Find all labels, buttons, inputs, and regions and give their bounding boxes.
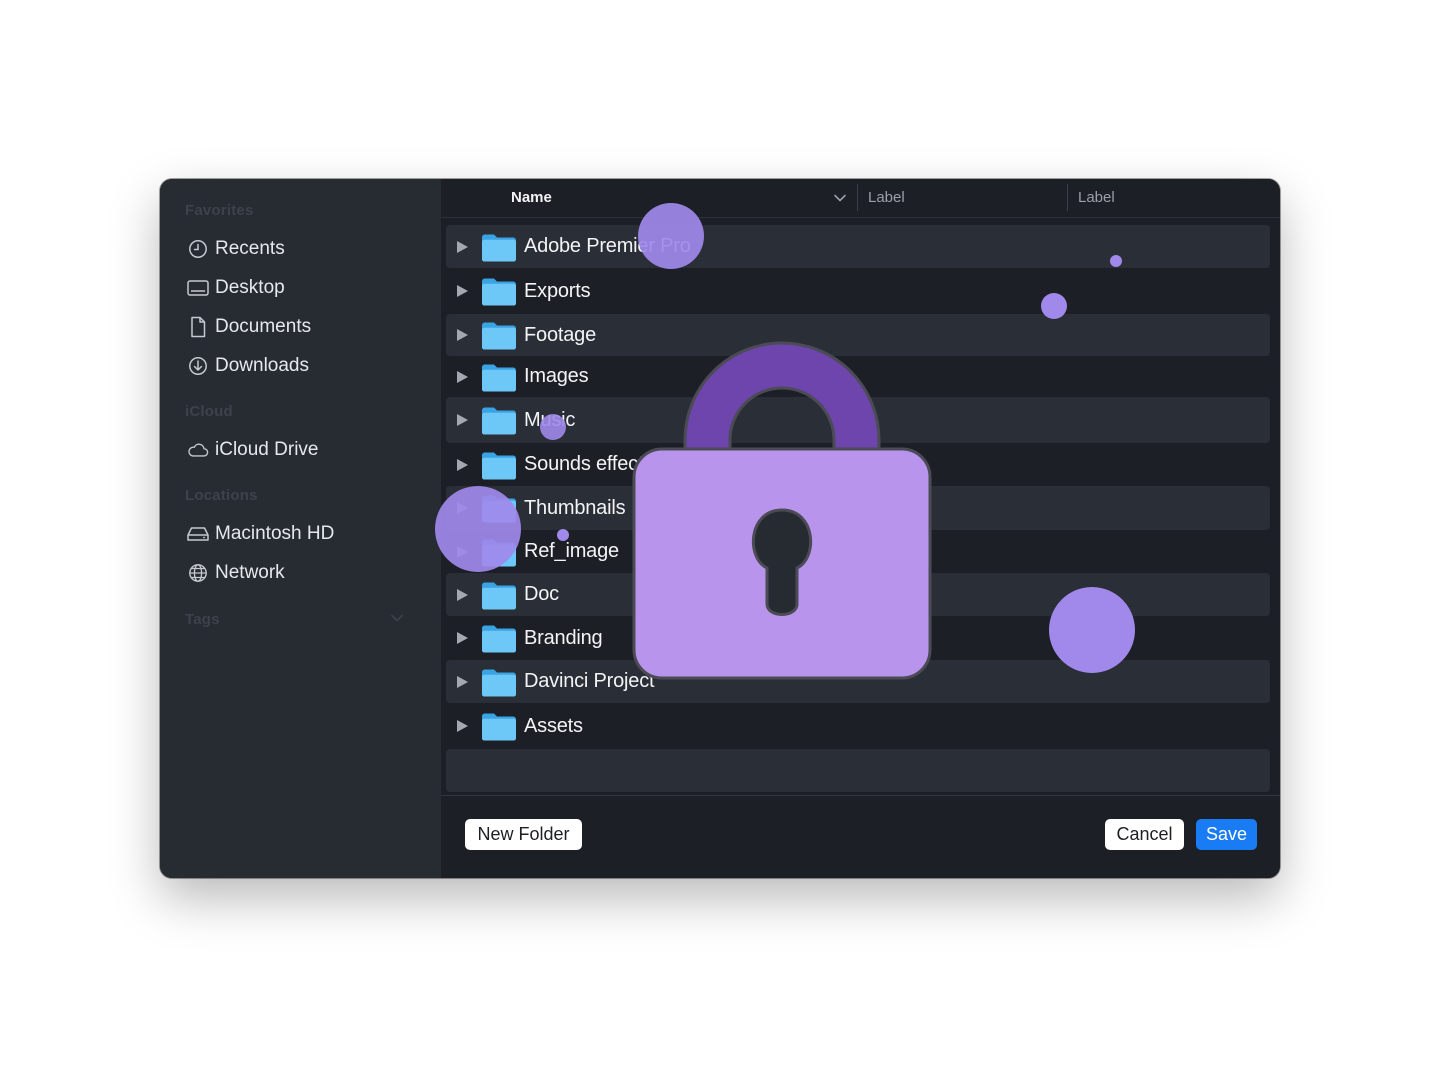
file-name: Footage [524, 323, 596, 346]
cloud-icon [187, 439, 209, 461]
file-name: Doc [524, 583, 559, 605]
sidebar-item-desktop[interactable]: Desktop [187, 273, 417, 303]
desktop-icon [187, 277, 209, 299]
sidebar-item-documents[interactable]: Documents [187, 312, 417, 342]
file-row[interactable]: Adobe Premier Pro [446, 225, 1270, 268]
globe-icon [187, 562, 209, 584]
folder-icon [481, 623, 517, 653]
file-name: Branding [524, 626, 603, 649]
disclosure-triangle-icon[interactable] [457, 285, 468, 297]
disclosure-triangle-icon[interactable] [457, 675, 468, 688]
file-row[interactable]: Sounds effects [446, 443, 1270, 486]
drive-icon [187, 523, 209, 545]
sidebar-item-label: Desktop [215, 277, 285, 298]
file-name: Davinci Project [524, 670, 655, 692]
save-button[interactable]: Save [1196, 819, 1257, 850]
disclosure-triangle-icon[interactable] [457, 632, 468, 644]
sidebar-item-label: Downloads [215, 355, 309, 376]
disclosure-triangle-icon[interactable] [457, 414, 468, 426]
folder-icon [481, 537, 517, 567]
disclosure-triangle-icon[interactable] [457, 329, 468, 341]
folder-icon [481, 711, 517, 741]
column-name[interactable]: Name [511, 189, 552, 206]
column-divider[interactable] [857, 184, 858, 211]
file-row[interactable]: Assets [446, 703, 1270, 749]
sidebar-item-label: Documents [215, 316, 312, 337]
download-icon [187, 355, 209, 377]
new-folder-button[interactable]: New Folder [465, 819, 582, 850]
sidebar-item-label: Macintosh HD [215, 523, 335, 544]
file-name: Music [524, 408, 576, 431]
file-row[interactable]: Footage [446, 314, 1270, 356]
sidebar-item-label: Network [215, 562, 285, 583]
file-name: Ref_image [524, 540, 619, 562]
empty-row [446, 749, 1270, 792]
file-row[interactable]: Images [446, 356, 1270, 397]
column-label-2[interactable]: Label [1078, 189, 1115, 206]
sidebar-item-macintosh-hd[interactable]: Macintosh HD [187, 519, 417, 549]
disclosure-triangle-icon[interactable] [457, 545, 468, 558]
file-row[interactable]: Davinci Project [446, 660, 1270, 703]
sidebar: Favorites Recents Desktop Documents Down… [160, 179, 441, 878]
sidebar-section-tags: Tags [185, 611, 220, 628]
file-name: Sounds effects [524, 453, 654, 475]
save-dialog: Favorites Recents Desktop Documents Down… [160, 179, 1280, 878]
file-row[interactable]: Doc [446, 573, 1270, 616]
clock-icon [187, 238, 209, 260]
sidebar-item-network[interactable]: Network [187, 558, 417, 588]
sidebar-item-downloads[interactable]: Downloads [187, 351, 417, 381]
sidebar-section-locations: Locations [185, 487, 258, 504]
sidebar-section-icloud: iCloud [185, 403, 233, 420]
sidebar-item-recents[interactable]: Recents [187, 234, 417, 264]
file-name: Assets [524, 714, 583, 737]
folder-icon [481, 493, 517, 523]
folder-icon [481, 405, 517, 435]
disclosure-triangle-icon[interactable] [457, 458, 468, 471]
disclosure-triangle-icon[interactable] [457, 588, 468, 601]
disclosure-triangle-icon[interactable] [457, 240, 468, 253]
column-header: Name Label Label [441, 179, 1280, 218]
dialog-footer: New Folder Cancel Save [441, 795, 1280, 878]
chevron-down-icon[interactable] [833, 192, 847, 204]
folder-icon [481, 320, 517, 350]
file-name: Images [524, 365, 589, 387]
file-row[interactable]: Ref_image [446, 530, 1270, 573]
sidebar-section-favorites: Favorites [185, 202, 254, 219]
file-name: Exports [524, 279, 591, 302]
sidebar-item-label: iCloud Drive [215, 439, 319, 460]
chevron-down-icon[interactable] [390, 611, 404, 625]
folder-icon [481, 232, 517, 262]
file-row[interactable]: Thumbnails [446, 486, 1270, 530]
file-browser: Name Label Label Adobe Premier Pro Export… [441, 179, 1280, 878]
column-label[interactable]: Label [868, 189, 905, 206]
file-list: Adobe Premier Pro Exports Footage Images Mus… [446, 225, 1270, 792]
folder-icon [481, 450, 517, 480]
sidebar-item-icloud-drive[interactable]: iCloud Drive [187, 435, 417, 465]
file-row[interactable]: Exports [446, 268, 1270, 314]
file-row[interactable]: Music [446, 397, 1270, 443]
document-icon [187, 316, 209, 338]
folder-icon [481, 276, 517, 306]
disclosure-triangle-icon[interactable] [457, 502, 468, 514]
folder-icon [481, 580, 517, 610]
cancel-button[interactable]: Cancel [1105, 819, 1184, 850]
disclosure-triangle-icon[interactable] [457, 720, 468, 732]
file-row[interactable]: Branding [446, 616, 1270, 660]
file-name: Thumbnails [524, 496, 626, 519]
folder-icon [481, 362, 517, 392]
column-divider[interactable] [1067, 184, 1068, 211]
sidebar-item-label: Recents [215, 238, 285, 259]
disclosure-triangle-icon[interactable] [457, 370, 468, 383]
folder-icon [481, 667, 517, 697]
file-name: Adobe Premier Pro [524, 235, 691, 257]
